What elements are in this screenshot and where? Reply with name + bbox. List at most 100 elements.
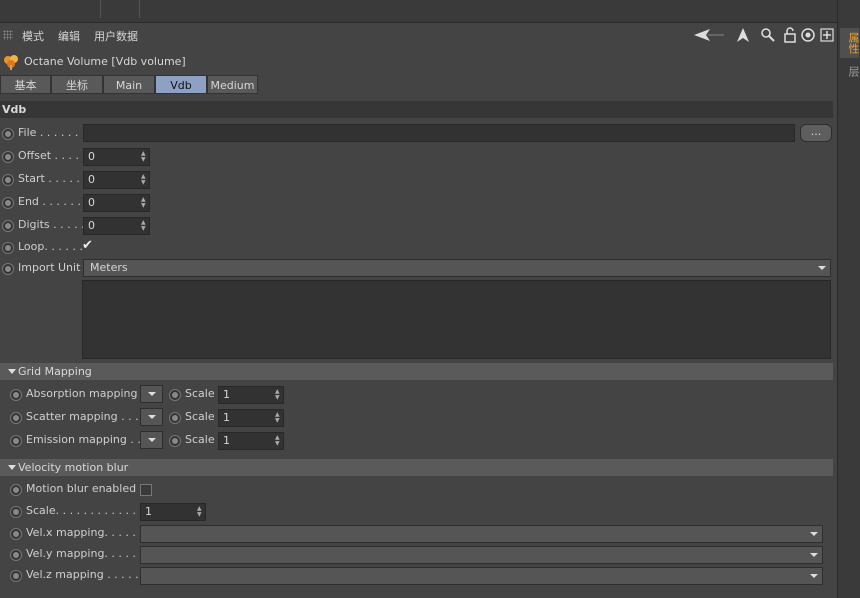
grid-mapping-group-header[interactable]: Grid Mapping [0,363,833,380]
chevron-down-icon [818,266,826,270]
absorption-mapping-dropdown[interactable] [140,385,163,403]
file-anim-radio[interactable] [2,128,14,140]
emission-scale-anim-radio[interactable] [169,435,181,447]
end-value: 0 [88,196,95,209]
emission-mapping-dropdown[interactable] [140,431,163,449]
import-unit-label: Import Unit [18,261,81,274]
offset-value: 0 [88,150,95,163]
menubar: 模式 编辑 用户数据 [0,24,837,47]
motion-blur-enabled-label: Motion blur enabled [26,482,137,495]
absorption-scale-label: Scale [185,387,215,400]
scatter-scale-anim-radio[interactable] [169,412,181,424]
lock-icon[interactable] [782,27,798,43]
grip-icon[interactable] [3,30,13,40]
start-label: Start . . . . . . [18,172,87,185]
top-strip-cell [0,0,101,18]
spinner-arrows-icon[interactable]: ▲ ▼ [275,389,281,401]
velocity-title: Velocity motion blur [18,461,129,474]
motion-blur-enabled-checkbox[interactable] [140,484,152,496]
import-unit-value: Meters [90,261,128,274]
velocity-scale-value: 1 [145,505,152,518]
pointer-up-icon[interactable] [735,27,751,43]
absorption-anim-radio[interactable] [10,389,22,401]
emission-mapping-label: Emission mapping . . [26,433,141,446]
collapse-triangle-icon[interactable] [8,369,16,374]
chevron-down-icon [148,438,156,442]
target-icon[interactable] [800,27,816,43]
velocity-scale-anim-radio[interactable] [10,506,22,518]
start-anim-radio[interactable] [2,174,14,186]
velx-mapping-dropdown[interactable] [140,525,823,543]
browse-button[interactable]: ... [800,124,832,142]
vely-anim-radio[interactable] [10,549,22,561]
chevron-down-icon [810,574,818,578]
start-input[interactable]: 0 ▲ ▼ [83,171,150,189]
import-unit-anim-radio[interactable] [2,263,14,275]
side-tab-layers[interactable]: 层 [840,62,860,80]
menu-edit[interactable]: 编辑 [58,28,80,44]
octane-volume-icon [2,53,20,71]
motion-blur-anim-radio[interactable] [10,484,22,496]
import-unit-dropdown[interactable]: Meters [83,259,831,277]
vdb-section-title: Vdb [2,103,27,116]
tab-medium[interactable]: Medium [207,75,258,94]
end-anim-radio[interactable] [2,197,14,209]
end-input[interactable]: 0 ▲ ▼ [83,194,150,212]
spinner-arrows-icon[interactable]: ▲ ▼ [141,151,147,163]
velz-mapping-label: Vel.z mapping . . . . . . [26,568,146,581]
end-label: End . . . . . . . [18,195,88,208]
spinner-arrows-icon[interactable]: ▲ ▼ [275,412,281,424]
tab-main[interactable]: Main [103,75,155,94]
velx-anim-radio[interactable] [10,528,22,540]
velocity-scale-input[interactable]: 1 ▲ ▼ [140,503,206,521]
velx-mapping-label: Vel.x mapping. . . . . . [26,526,143,539]
velz-anim-radio[interactable] [10,570,22,582]
scatter-mapping-label: Scatter mapping . . . . [26,410,146,423]
search-icon[interactable] [760,27,776,43]
digits-label: Digits . . . . . [18,218,85,231]
vely-mapping-dropdown[interactable] [140,546,823,564]
scatter-scale-label: Scale [185,410,215,423]
chevron-down-icon [148,392,156,396]
digits-anim-radio[interactable] [2,220,14,232]
spinner-arrows-icon[interactable]: ▲ ▼ [141,197,147,209]
absorption-scale-anim-radio[interactable] [169,389,181,401]
loop-label: Loop. . . . . . [18,240,83,253]
vdb-section-header: Vdb [0,101,833,118]
info-text-area [82,280,831,359]
offset-anim-radio[interactable] [2,151,14,163]
scatter-mapping-dropdown[interactable] [140,408,163,426]
loop-checkbox[interactable]: ✔ [82,239,93,253]
emission-anim-radio[interactable] [10,435,22,447]
tab-coordinates[interactable]: 坐标 [51,75,103,94]
digits-input[interactable]: 0 ▲ ▼ [83,217,150,235]
offset-input[interactable]: 0 ▲ ▼ [83,148,150,166]
start-value: 0 [88,173,95,186]
spinner-arrows-icon[interactable]: ▲ ▼ [275,435,281,447]
back-arrow-icon[interactable] [692,27,726,43]
menu-user-data[interactable]: 用户数据 [94,28,138,44]
emission-scale-value: 1 [223,434,230,447]
scatter-scale-input[interactable]: 1 ▲ ▼ [218,409,284,427]
file-path-input[interactable] [83,124,795,142]
collapse-triangle-icon[interactable] [8,465,16,470]
tab-vdb[interactable]: Vdb [155,75,207,94]
loop-anim-radio[interactable] [2,242,14,254]
object-title: Octane Volume [Vdb volume] [24,55,186,68]
absorption-scale-input[interactable]: 1 ▲ ▼ [218,386,284,404]
add-panel-icon[interactable] [819,27,835,43]
top-strip-cell [101,0,140,18]
tab-basic[interactable]: 基本 [0,75,51,94]
menu-mode[interactable]: 模式 [22,28,44,44]
spinner-arrows-icon[interactable]: ▲ ▼ [197,506,203,518]
velocity-scale-label: Scale. . . . . . . . . . . . . . [26,504,151,517]
absorption-scale-value: 1 [223,388,230,401]
emission-scale-input[interactable]: 1 ▲ ▼ [218,432,284,450]
velz-mapping-dropdown[interactable] [140,567,823,585]
spinner-arrows-icon[interactable]: ▲ ▼ [141,220,147,232]
scatter-anim-radio[interactable] [10,412,22,424]
side-tab-attributes[interactable]: 属性 [840,28,860,58]
velocity-group-header[interactable]: Velocity motion blur [0,459,833,476]
spinner-arrows-icon[interactable]: ▲ ▼ [141,174,147,186]
vely-mapping-label: Vel.y mapping. . . . . . [26,547,143,560]
